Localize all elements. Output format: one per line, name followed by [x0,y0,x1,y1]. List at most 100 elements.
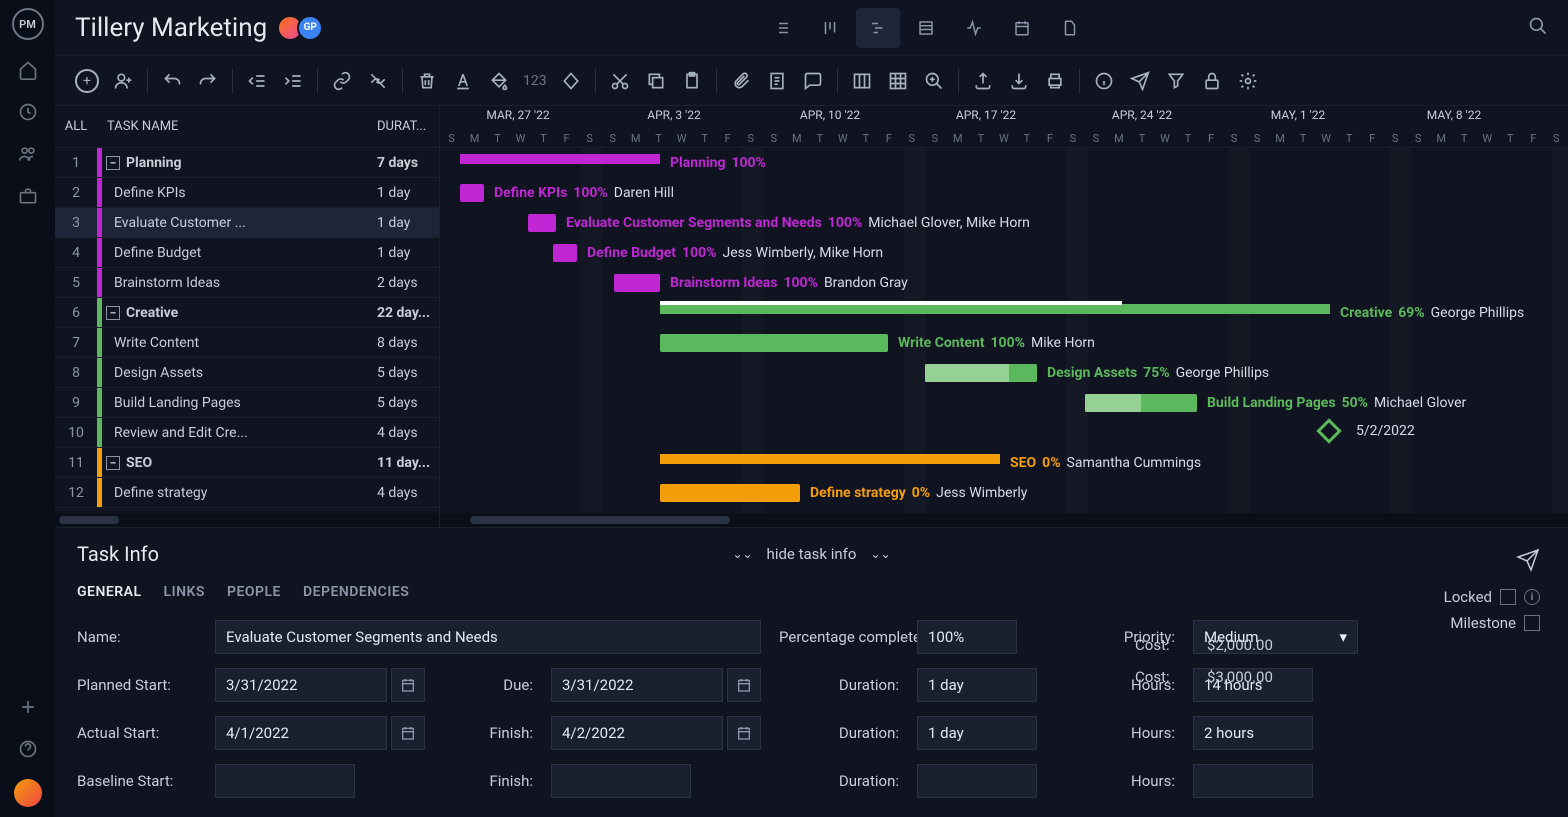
milestone-checkbox[interactable] [1524,615,1540,631]
table-row[interactable]: 4 Define Budget 1 day [55,238,439,268]
send-icon[interactable] [1128,69,1152,93]
planned-start-input[interactable]: 3/31/2022 [215,668,387,702]
table-row[interactable]: 8 Design Assets 5 days [55,358,439,388]
collapse-icon[interactable]: − [106,306,120,320]
table-row[interactable]: 5 Brainstorm Ideas 2 days [55,268,439,298]
add-task-icon[interactable]: + [75,69,99,93]
copy-icon[interactable] [644,69,668,93]
task-table-header-duration[interactable]: DURAT... [377,119,439,134]
lock-icon[interactable] [1200,69,1224,93]
cost-input[interactable]: $2,000.00 [1207,636,1357,654]
view-sheet-icon[interactable] [904,8,948,48]
gantt-bar[interactable]: Design Assets75%George Phillips [925,364,1037,382]
baseline-start-input[interactable] [215,764,355,798]
gantt-bar[interactable]: Build Landing Pages50%Michael Glover [1085,394,1197,412]
indent-icon[interactable] [281,69,305,93]
grid-icon[interactable] [886,69,910,93]
calendar-icon[interactable] [727,716,761,750]
table-row[interactable]: 2 Define KPIs 1 day [55,178,439,208]
collapse-icon[interactable]: − [106,156,120,170]
tab-general[interactable]: GENERAL [77,584,142,600]
text-format-icon[interactable] [451,69,475,93]
fill-icon[interactable] [487,69,511,93]
gantt-bar[interactable]: Define Budget100%Jess Wimberly, Mike Hor… [553,244,577,262]
home-icon[interactable] [16,58,40,82]
view-file-icon[interactable] [1048,8,1092,48]
actual-start-input[interactable]: 4/1/2022 [215,716,387,750]
attach-icon[interactable] [729,69,753,93]
plus-icon[interactable] [16,695,40,719]
project-members[interactable]: GP [283,15,323,41]
filter-icon[interactable] [1164,69,1188,93]
print-icon[interactable] [1043,69,1067,93]
gantt-scrollbar[interactable] [440,513,1568,527]
gantt-bar[interactable]: Evaluate Customer Segments and Needs100%… [528,214,556,232]
task-table-header-all[interactable]: ALL [55,119,97,134]
table-row[interactable]: 9 Build Landing Pages 5 days [55,388,439,418]
gantt-bar[interactable]: Define strategy0%Jess Wimberly [660,484,800,502]
gantt-bar[interactable]: SEO0%Samantha Cummings [660,454,1000,464]
view-calendar-icon[interactable] [1000,8,1044,48]
info-small-icon[interactable]: i [1524,589,1540,605]
baseline-finish-input[interactable] [551,764,691,798]
calendar-icon[interactable] [391,668,425,702]
table-row[interactable]: 1 −Planning 7 days [55,148,439,178]
milestone-icon[interactable] [559,69,583,93]
task-table-header-name[interactable]: TASK NAME [97,119,377,134]
outdent-icon[interactable] [245,69,269,93]
export-icon[interactable] [971,69,995,93]
name-input[interactable]: Evaluate Customer Segments and Needs [215,620,761,654]
team-icon[interactable] [16,142,40,166]
comment-icon[interactable] [801,69,825,93]
zoom-icon[interactable] [922,69,946,93]
table-scrollbar[interactable] [55,513,439,527]
import-icon[interactable] [1007,69,1031,93]
tab-links[interactable]: LINKS [164,584,205,600]
locked-checkbox[interactable] [1500,589,1516,605]
info-icon[interactable] [1092,69,1116,93]
view-gantt-icon[interactable] [856,8,900,48]
unlink-icon[interactable] [366,69,390,93]
table-row[interactable]: 12 Define strategy 4 days [55,478,439,508]
help-icon[interactable] [16,737,40,761]
table-row[interactable]: 11 −SEO 11 day... [55,448,439,478]
hours-input-2[interactable]: 2 hours [1193,716,1313,750]
settings-icon[interactable] [1236,69,1260,93]
delete-icon[interactable] [415,69,439,93]
view-list-icon[interactable] [760,8,804,48]
milestone-diamond[interactable] [1316,418,1341,443]
calendar-icon[interactable] [391,716,425,750]
paste-icon[interactable] [680,69,704,93]
finish-input[interactable]: 4/2/2022 [551,716,723,750]
redo-icon[interactable] [196,69,220,93]
table-row[interactable]: 6 −Creative 22 day... [55,298,439,328]
gantt-bar[interactable]: Write Content100%Mike Horn [660,334,888,352]
recent-icon[interactable] [16,100,40,124]
add-person-icon[interactable] [111,69,135,93]
gantt-bar[interactable]: Define KPIs100%Daren Hill [460,184,484,202]
user-avatar[interactable] [14,779,42,807]
undo-icon[interactable] [160,69,184,93]
briefcase-icon[interactable] [16,184,40,208]
collapse-icon[interactable]: − [106,456,120,470]
view-activity-icon[interactable] [952,8,996,48]
link-icon[interactable] [330,69,354,93]
tab-dependencies[interactable]: DEPENDENCIES [303,584,409,600]
member-avatar[interactable]: GP [297,15,323,41]
hide-task-info-button[interactable]: ⌄⌄ hide task info ⌄⌄ [732,545,890,563]
gantt-bar[interactable]: Creative69%George Phillips [660,304,1330,314]
duration-input-3[interactable] [917,764,1037,798]
cut-icon[interactable] [608,69,632,93]
duration-input[interactable]: 1 day [917,668,1037,702]
table-row[interactable]: 7 Write Content 8 days [55,328,439,358]
hours-input-3[interactable] [1193,764,1313,798]
duration-input-2[interactable]: 1 day [917,716,1037,750]
pct-input[interactable]: 100% [917,620,1017,654]
gantt-bar[interactable]: Brainstorm Ideas100%Brandon Gray [614,274,660,292]
calendar-icon[interactable] [727,668,761,702]
note-icon[interactable] [765,69,789,93]
view-board-icon[interactable] [808,8,852,48]
cost-input-2[interactable]: $3,000.00 [1207,668,1357,686]
app-logo[interactable]: PM [12,8,44,40]
send-task-icon[interactable] [1516,548,1540,576]
